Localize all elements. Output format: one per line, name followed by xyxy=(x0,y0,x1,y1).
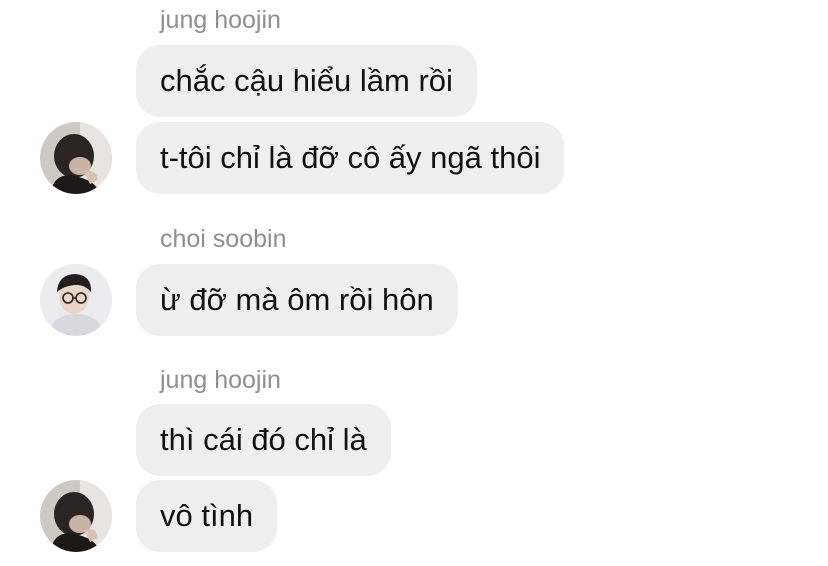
avatar[interactable] xyxy=(40,264,112,336)
avatar[interactable] xyxy=(40,122,112,194)
message-bubble[interactable]: thì cái đó chỉ là xyxy=(136,404,391,476)
avatar-choi-soobin-image xyxy=(40,264,112,336)
avatar-jung-hoojin-image xyxy=(40,122,112,194)
avatar-jung-hoojin-image xyxy=(40,480,112,552)
message-bubble[interactable]: vô tình xyxy=(136,480,278,552)
message-bubble[interactable]: chắc cậu hiểu lầm rồi xyxy=(136,45,477,117)
message-bubble[interactable]: ừ đỡ mà ôm rồi hôn xyxy=(136,264,458,336)
sender-name: choi soobin xyxy=(160,225,287,253)
avatar[interactable] xyxy=(40,480,112,552)
sender-name: jung hoojin xyxy=(160,366,281,394)
sender-name: jung hoojin xyxy=(160,6,281,34)
message-bubble[interactable]: t-tôi chỉ là đỡ cô ấy ngã thôi xyxy=(136,122,565,194)
